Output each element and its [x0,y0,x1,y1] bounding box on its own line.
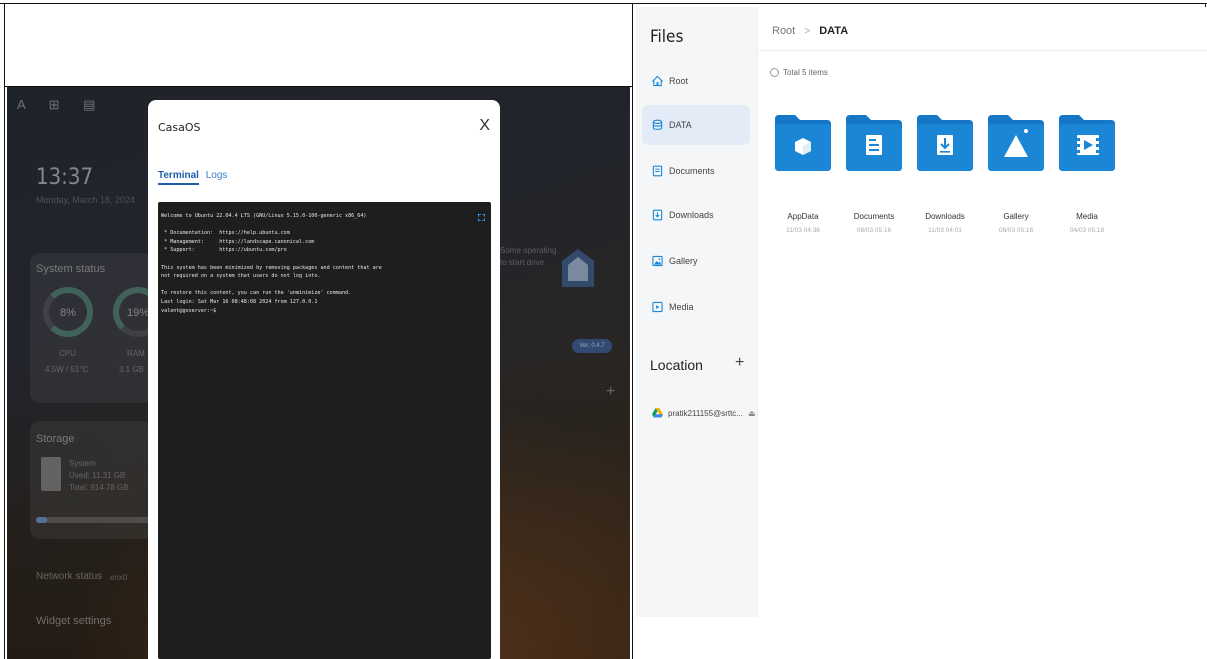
folder-date: 08/03 05:16 [998,227,1034,234]
network-iface: enx0 [110,573,128,582]
cpu-label: CPU [59,349,76,358]
frame-mid-rule [632,3,633,659]
folder-date: 04/03 05:18 [1069,227,1105,234]
sidebar-item-gallery[interactable]: Gallery [642,241,750,281]
folder-date: 08/03 05:16 [856,227,892,234]
sidebar-item-label: DATA [669,120,692,130]
date: Monday, March 18, 2024 [36,195,135,205]
sidebar-item-label: Gallery [669,256,698,266]
folder-icon [1059,115,1115,171]
sidebar-item-label: Media [669,302,694,312]
folder-icon [988,115,1044,171]
storage-title: Storage [36,433,75,445]
terminal-panel[interactable]: Welcome to Ubuntu 22.04.4 LTS (GNU/Linux… [158,202,491,659]
cpu-gauge: 8% [43,287,93,337]
sidebar-item-label: Downloads [669,210,714,220]
network-status: Network status [36,571,103,582]
folder-appdata[interactable] [773,111,833,173]
header-divider [758,50,1207,51]
document-icon [652,165,663,177]
dialog-title: CasaOS [158,121,201,134]
files-sidebar: Files Root DATA Documents Downloads Gall… [636,7,758,617]
frame-top-rule [0,3,1207,4]
folder-media[interactable] [1057,111,1117,173]
sidebar-item-data[interactable]: DATA [642,105,750,145]
add-location-button[interactable]: + [735,354,744,372]
location-item-gdrive[interactable]: pratik211155@srttc... ⏏ [642,403,756,423]
total-items: Total 5 items [783,68,828,77]
system-status-title: System status [36,263,106,275]
folder-icon [846,115,902,171]
folder-name: Media [1076,212,1098,221]
casaos-dashboard: A ⊞ ▤ 13:37 Monday, March 18, 2024 Syste… [7,87,630,659]
location-title: Location [650,357,703,373]
folder-documents[interactable] [844,111,904,173]
database-icon [652,119,663,130]
fullscreen-icon[interactable] [478,214,485,221]
folder-name: Gallery [1003,212,1029,221]
location-label: pratik211155@srttc... [668,408,743,418]
sidebar-item-label: Root [669,76,689,86]
folder-name: AppData [787,212,819,221]
select-all-row: Total 5 items [770,68,828,77]
sidebar-item-documents[interactable]: Documents [642,151,750,191]
folder-icon [775,115,831,171]
folder-name: Documents [853,212,895,221]
breadcrumb-current: DATA [819,25,849,37]
sidebar-item-root[interactable]: Root [642,61,750,101]
home-icon [652,75,663,87]
casaos-terminal-dialog: CasaOS X Terminal Logs Welcome to Ubuntu… [148,100,500,659]
app-tip-line-1: Some operating [500,246,557,255]
files-app: Files Root DATA Documents Downloads Gall… [636,7,1207,659]
folder-icon [917,115,973,171]
casaos-app-icon[interactable] [560,247,596,291]
folder-name: Downloads [925,212,965,221]
app-tip-line-2: to start drive [500,258,545,267]
tab-logs[interactable]: Logs [206,170,228,181]
screenshot-frame: A ⊞ ▤ 13:37 Monday, March 18, 2024 Syste… [0,0,1207,659]
film-icon [652,301,663,313]
sidebar-item-downloads[interactable]: Downloads [642,195,750,235]
download-icon [652,209,663,221]
folder-downloads[interactable] [915,111,975,173]
breadcrumb-separator: > [804,26,811,37]
clock: 13:37 [36,165,94,190]
image-icon [652,255,663,267]
cpu-sub: 4.5W / 51°C [45,365,89,374]
google-drive-icon [652,408,663,418]
files-title: Files [650,27,684,47]
terminal-output[interactable]: Welcome to Ubuntu 22.04.4 LTS (GNU/Linux… [161,212,382,315]
storage-line-1: System [69,459,96,468]
widget-settings[interactable]: Widget settings [36,615,111,627]
ram-label: RAM [127,349,145,358]
folder-date: 11/03 04:36 [786,227,820,234]
top-bar-icons[interactable]: A ⊞ ▤ [17,97,105,113]
sidebar-item-label: Documents [669,166,715,176]
storage-line-2: Used: 11.31 GB [69,471,126,480]
ram-sub: 3.1 GB [119,365,144,374]
sidebar-item-media[interactable]: Media [642,287,750,327]
eject-icon[interactable]: ⏏ [748,409,756,418]
select-all-checkbox[interactable] [770,68,779,77]
disk-icon [41,457,61,491]
version-badge[interactable]: Ver. 0.4.7 [572,339,612,353]
close-icon[interactable]: X [479,117,490,135]
folder-gallery[interactable] [986,111,1046,173]
app-tip: Some operating to start drive [500,245,556,269]
tab-terminal[interactable]: Terminal [158,170,199,185]
storage-line-3: Total: 914.78 GB [69,483,129,492]
storage-usage-bar [36,517,150,523]
folder-date: 11/03 04:01 [928,227,962,234]
add-app-icon[interactable]: + [606,383,615,401]
cpu-value: 8% [60,307,76,319]
frame-left-rule [4,3,5,659]
breadcrumb: Root > DATA [772,25,848,37]
breadcrumb-root[interactable]: Root [772,25,795,37]
dialog-tabs: Terminal Logs [158,170,231,185]
